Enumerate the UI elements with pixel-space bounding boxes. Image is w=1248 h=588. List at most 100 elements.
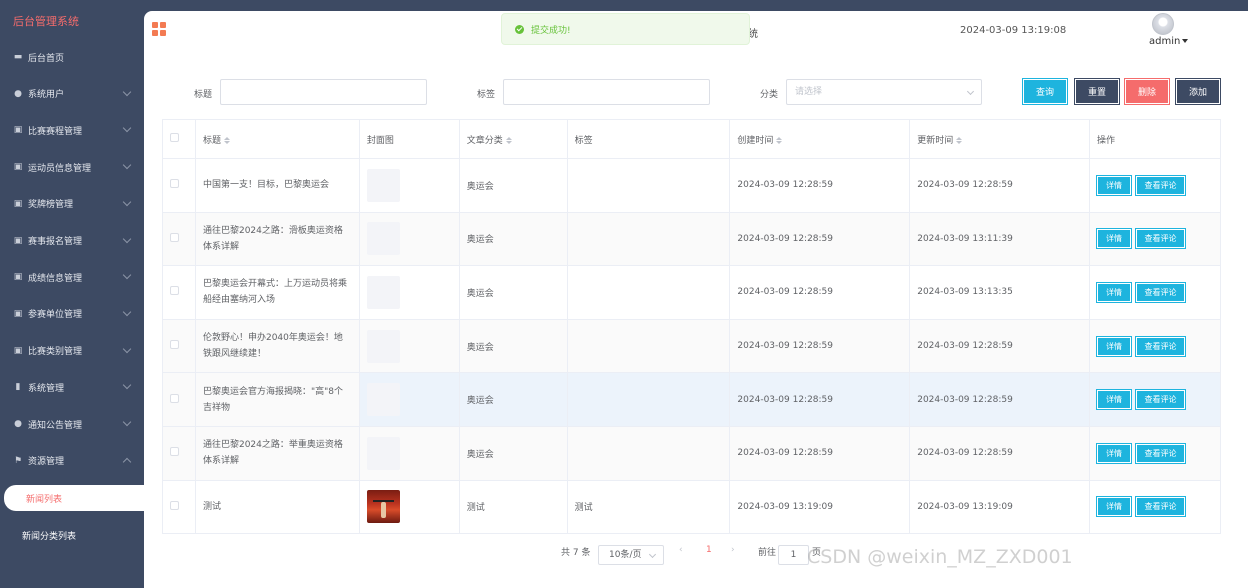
view-comments-button[interactable]: 查看评论 — [1135, 174, 1187, 196]
grid-square-icon: ▣ — [13, 162, 23, 173]
row-checkbox[interactable] — [170, 340, 179, 350]
avatar[interactable] — [1152, 13, 1174, 35]
row-checkbox[interactable] — [170, 393, 179, 403]
search-button[interactable]: 查询 — [1022, 78, 1068, 105]
cell-category: 奥运会 — [458, 158, 568, 213]
delete-button[interactable]: 删除 — [1124, 78, 1170, 105]
sidebar-item[interactable]: ▣ 运动员信息管理 — [0, 149, 144, 185]
row-checkbox[interactable] — [170, 286, 179, 296]
chevron-down-icon — [966, 87, 975, 96]
cell-category: 奥运会 — [458, 372, 568, 427]
sidebar-item-label: 运动员信息管理 — [28, 163, 92, 174]
sidebar-item-label: 比赛类别管理 — [28, 347, 83, 358]
category-select[interactable]: 请选择 — [786, 79, 982, 105]
flag-icon: ⚑ — [13, 455, 23, 466]
detail-button[interactable]: 详情 — [1096, 281, 1133, 303]
table-row[interactable]: 测试 测试 测试 2024-03-09 13:19:09 2024-03-09 13:1… — [162, 479, 1221, 535]
reset-button[interactable]: 重置 — [1074, 78, 1120, 105]
table-row[interactable]: 伦敦野心！申办2040年奥运会！地铁跟风继续建！ 奥运会 2024-03-09 12… — [162, 318, 1221, 374]
prev-page-icon[interactable]: ‹ — [679, 545, 683, 555]
sidebar-item[interactable]: ● 通知公告管理 — [0, 406, 144, 442]
row-checkbox[interactable] — [170, 500, 179, 510]
sidebar-subitem[interactable]: 新闻列表 — [4, 485, 144, 511]
sidebar-subitem[interactable]: 新闻分类列表 — [0, 522, 144, 548]
row-checkbox[interactable] — [170, 179, 179, 189]
view-comments-button[interactable]: 查看评论 — [1135, 389, 1187, 411]
grid-square-icon: ▣ — [13, 308, 23, 319]
next-page-icon[interactable]: › — [731, 545, 735, 555]
title-filter-label: 标题 — [194, 90, 213, 100]
column-header-category[interactable]: 文章分类 — [458, 119, 568, 159]
current-page[interactable]: 1 — [706, 545, 712, 555]
monitor-icon: ▬ — [13, 52, 23, 62]
view-comments-button[interactable]: 查看评论 — [1135, 335, 1187, 357]
pagination-total: 共 7 条 — [561, 548, 591, 558]
detail-button[interactable]: 详情 — [1096, 442, 1133, 464]
column-header-created[interactable]: 创建时间 — [729, 119, 911, 159]
table-row[interactable]: 巴黎奥运会开幕式：上万运动员将乘船经由塞纳河入场 奥运会 2024-03-09 12… — [162, 265, 1221, 320]
detail-button[interactable]: 详情 — [1096, 389, 1133, 411]
cell-title: 通往巴黎2024之路：举重奥运资格体系详解 — [194, 425, 360, 481]
sort-icon[interactable] — [505, 136, 512, 144]
sidebar-item-label: 参赛单位管理 — [28, 310, 83, 321]
sidebar-item[interactable]: ▣ 成绩信息管理 — [0, 259, 144, 295]
sidebar-item[interactable]: ▣ 比赛类别管理 — [0, 333, 144, 369]
sidebar-item-label: 奖牌榜管理 — [28, 200, 74, 211]
cover-image[interactable] — [366, 436, 400, 470]
row-checkbox[interactable] — [170, 232, 179, 242]
row-checkbox[interactable] — [170, 447, 179, 457]
detail-button[interactable]: 详情 — [1096, 335, 1133, 357]
cell-cover — [358, 372, 460, 427]
cover-image[interactable] — [366, 222, 400, 256]
chevron-down-icon — [122, 197, 132, 207]
cover-image[interactable] — [366, 329, 400, 363]
sort-icon[interactable] — [224, 136, 230, 144]
sidebar-item[interactable]: ▮ 系统管理 — [0, 369, 144, 405]
sidebar-item-label: 后台首页 — [28, 53, 65, 64]
add-button[interactable]: 添加 — [1175, 78, 1221, 105]
page-size-select[interactable]: 10条/页 — [598, 545, 664, 565]
sidebar-item[interactable]: ⚑ 资源管理 — [0, 443, 144, 479]
table-row[interactable]: 中国第一支！目标，巴黎奥运会 奥运会 2024-03-09 12:28:59 2024… — [162, 158, 1221, 213]
cell-updated: 2024-03-09 12:28:59 — [909, 425, 1091, 481]
cell-cover — [358, 318, 460, 374]
column-header-updated[interactable]: 更新时间 — [909, 119, 1091, 159]
title-filter-input[interactable] — [220, 79, 427, 105]
cell-tag — [566, 211, 731, 267]
menu-grid-icon[interactable] — [152, 22, 166, 36]
view-comments-button[interactable]: 查看评论 — [1135, 496, 1187, 518]
cell-tag — [566, 425, 731, 481]
sidebar-item[interactable]: ▣ 参赛单位管理 — [0, 296, 144, 332]
user-menu[interactable]: admin — [1149, 36, 1189, 47]
cover-image[interactable] — [366, 275, 400, 309]
detail-button[interactable]: 详情 — [1096, 496, 1133, 518]
detail-button[interactable]: 详情 — [1096, 228, 1133, 250]
sidebar-item[interactable]: ● 系统用户 — [0, 76, 144, 112]
detail-button[interactable]: 详情 — [1096, 174, 1133, 196]
sort-icon[interactable] — [956, 136, 963, 144]
cell-created: 2024-03-09 12:28:59 — [729, 158, 911, 213]
table-row[interactable]: 通往巴黎2024之路：举重奥运资格体系详解 奥运会 2024-03-09 12:28… — [162, 425, 1221, 481]
view-comments-button[interactable]: 查看评论 — [1135, 228, 1187, 250]
column-header-title[interactable]: 标题 — [194, 119, 360, 159]
cell-created: 2024-03-09 12:28:59 — [729, 318, 911, 374]
cover-image[interactable] — [366, 383, 400, 417]
view-comments-button[interactable]: 查看评论 — [1135, 442, 1187, 464]
tag-filter-input[interactable] — [503, 79, 710, 105]
sidebar-item[interactable]: ▣ 赛事报名管理 — [0, 223, 144, 259]
cell-cover — [358, 158, 460, 213]
cover-image[interactable] — [366, 168, 400, 202]
cell-updated: 2024-03-09 12:28:59 — [909, 158, 1091, 213]
info-circle-icon: ● — [14, 419, 22, 429]
select-all-checkbox[interactable] — [170, 133, 179, 142]
table-row[interactable]: 巴黎奥运会官方海报揭晓："高"8个吉祥物 奥运会 2024-03-09 12:28:… — [162, 372, 1221, 427]
cover-image[interactable] — [366, 490, 400, 524]
goto-page-input[interactable]: 1 — [778, 545, 809, 565]
table-row[interactable]: 通往巴黎2024之路：滑板奥运资格体系详解 奥运会 2024-03-09 12:28… — [162, 211, 1221, 267]
sidebar-item[interactable]: ▣ 比赛赛程管理 — [0, 112, 144, 148]
column-header-cover: 封面图 — [358, 119, 460, 159]
sidebar-item[interactable]: ▣ 奖牌榜管理 — [0, 186, 144, 222]
sort-icon[interactable] — [776, 136, 783, 144]
sidebar-item[interactable]: ▬ 后台首页 — [0, 39, 144, 75]
view-comments-button[interactable]: 查看评论 — [1135, 281, 1187, 303]
